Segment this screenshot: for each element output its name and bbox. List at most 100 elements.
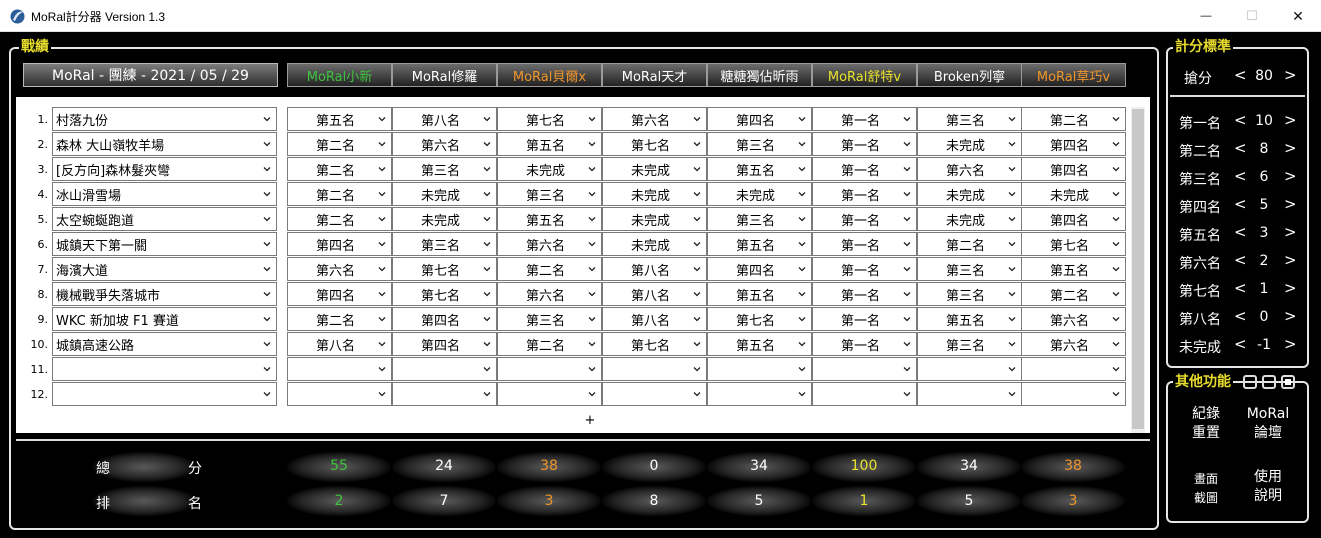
track-select[interactable]: 冰山滑雪場	[52, 182, 277, 206]
track-select[interactable]	[52, 382, 277, 406]
rank-select[interactable]: 第三名	[497, 307, 602, 331]
rank-select[interactable]: 第五名	[917, 307, 1022, 331]
rank-select[interactable]: 第三名	[917, 282, 1022, 306]
rank-select[interactable]: 第四名	[1021, 157, 1126, 181]
rank-select[interactable]: 第四名	[287, 282, 392, 306]
rank-select[interactable]: 未完成	[602, 232, 707, 256]
rank-select[interactable]: 第一名	[812, 157, 917, 181]
rank-select[interactable]: 第五名	[707, 157, 812, 181]
rank-select[interactable]: 第七名	[392, 257, 497, 281]
decrease-points-button[interactable]: <	[1234, 111, 1247, 129]
rank-select[interactable]	[497, 382, 602, 406]
track-select[interactable]: [反方向]森林髮夾彎	[52, 157, 277, 181]
player-name-button[interactable]: MoRal修羅	[392, 63, 497, 87]
rank-select[interactable]: 第七名	[602, 132, 707, 156]
rank-select[interactable]: 第三名	[392, 157, 497, 181]
rank-select[interactable]: 第六名	[602, 107, 707, 131]
rank-select[interactable]: 第六名	[497, 282, 602, 306]
decrease-points-button[interactable]: <	[1234, 307, 1247, 325]
session-title[interactable]: MoRal - 團練 - 2021 / 05 / 29	[23, 63, 278, 87]
decrease-points-button[interactable]: <	[1234, 279, 1247, 297]
rank-select[interactable]	[707, 382, 812, 406]
rank-select[interactable]: 第六名	[1021, 307, 1126, 331]
rank-select[interactable]: 未完成	[917, 182, 1022, 206]
rank-select[interactable]: 第六名	[917, 157, 1022, 181]
decrease-points-button[interactable]: <	[1234, 223, 1247, 241]
track-select[interactable]: 太空蜿蜒跑道	[52, 207, 277, 231]
rank-select[interactable]: 第一名	[812, 332, 917, 356]
track-select[interactable]: 城鎮高速公路	[52, 332, 277, 356]
increase-points-button[interactable]: >	[1284, 307, 1297, 325]
toggle-box-3[interactable]	[1281, 375, 1295, 389]
rank-select[interactable]: 第四名	[1021, 132, 1126, 156]
close-button[interactable]: ✕	[1275, 0, 1321, 32]
rank-select[interactable]: 未完成	[1021, 182, 1126, 206]
player-name-button[interactable]: Broken列寧	[917, 63, 1022, 87]
rank-select[interactable]: 第三名	[917, 332, 1022, 356]
rank-select[interactable]: 第七名	[392, 282, 497, 306]
rank-select[interactable]: 未完成	[497, 157, 602, 181]
rank-select[interactable]: 第一名	[812, 257, 917, 281]
rank-select[interactable]: 第六名	[497, 232, 602, 256]
steal-decrease-button[interactable]: <	[1234, 66, 1247, 84]
rank-select[interactable]	[287, 382, 392, 406]
rank-select[interactable]: 未完成	[602, 157, 707, 181]
rank-select[interactable]	[812, 357, 917, 381]
rank-select[interactable]: 第一名	[812, 232, 917, 256]
scrollbar-thumb[interactable]	[1132, 109, 1144, 429]
rank-select[interactable]: 第六名	[1021, 332, 1126, 356]
player-name-button[interactable]: 糖糖獨佔昕雨	[707, 63, 812, 87]
rank-select[interactable]: 第四名	[1021, 207, 1126, 231]
rank-select[interactable]	[1021, 382, 1126, 406]
screenshot-button[interactable]: 畫面 截圖	[1181, 470, 1231, 508]
increase-points-button[interactable]: >	[1284, 167, 1297, 185]
toggle-box-2[interactable]	[1262, 375, 1276, 389]
rank-select[interactable]: 第五名	[497, 207, 602, 231]
rank-select[interactable]: 第二名	[497, 332, 602, 356]
rank-select[interactable]: 第七名	[497, 107, 602, 131]
track-select[interactable]: 城鎮天下第一關	[52, 232, 277, 256]
rank-select[interactable]: 第八名	[287, 332, 392, 356]
rank-select[interactable]: 第一名	[812, 132, 917, 156]
decrease-points-button[interactable]: <	[1234, 139, 1247, 157]
rank-select[interactable]: 第二名	[1021, 282, 1126, 306]
track-select[interactable]: 森林 大山嶺牧羊場	[52, 132, 277, 156]
rank-select[interactable]: 第二名	[287, 307, 392, 331]
track-select[interactable]	[52, 357, 277, 381]
rank-select[interactable]: 第四名	[707, 257, 812, 281]
rank-select[interactable]: 第二名	[287, 207, 392, 231]
reset-record-button[interactable]: 紀錄 重置	[1181, 405, 1231, 443]
decrease-points-button[interactable]: <	[1234, 335, 1247, 353]
rank-select[interactable]: 第一名	[812, 207, 917, 231]
player-name-button[interactable]: MoRal貝爾x	[497, 63, 602, 87]
rank-select[interactable]: 第七名	[707, 307, 812, 331]
rank-select[interactable]: 第三名	[707, 132, 812, 156]
increase-points-button[interactable]: >	[1284, 223, 1297, 241]
rank-select[interactable]: 第八名	[602, 257, 707, 281]
increase-points-button[interactable]: >	[1284, 335, 1297, 353]
toggle-box-1[interactable]	[1243, 375, 1257, 389]
increase-points-button[interactable]: >	[1284, 195, 1297, 213]
rank-select[interactable]: 第二名	[287, 182, 392, 206]
rank-select[interactable]: 第五名	[287, 107, 392, 131]
rank-select[interactable]: 第六名	[287, 257, 392, 281]
rank-select[interactable]: 第一名	[812, 107, 917, 131]
rank-select[interactable]: 第三名	[392, 232, 497, 256]
add-row-button[interactable]: +	[570, 413, 610, 429]
track-select[interactable]: 海濱大道	[52, 257, 277, 281]
rank-select[interactable]: 第五名	[1021, 257, 1126, 281]
rank-select[interactable]: 第二名	[287, 157, 392, 181]
help-button[interactable]: 使用 說明	[1243, 468, 1293, 506]
player-name-button[interactable]: MoRal天才	[602, 63, 707, 87]
rank-select[interactable]: 第五名	[707, 332, 812, 356]
player-name-button[interactable]: MoRal舒特v	[812, 63, 917, 87]
rank-select[interactable]: 第四名	[707, 107, 812, 131]
rank-select[interactable]: 第一名	[812, 307, 917, 331]
rank-select[interactable]: 未完成	[917, 207, 1022, 231]
rank-select[interactable]: 第五名	[707, 232, 812, 256]
rank-select[interactable]: 未完成	[392, 182, 497, 206]
maximize-button[interactable]: ☐	[1229, 0, 1275, 32]
rank-select[interactable]: 第五名	[497, 132, 602, 156]
rank-select[interactable]: 第二名	[1021, 107, 1126, 131]
track-select[interactable]: WKC 新加坡 F1 賽道	[52, 307, 277, 331]
